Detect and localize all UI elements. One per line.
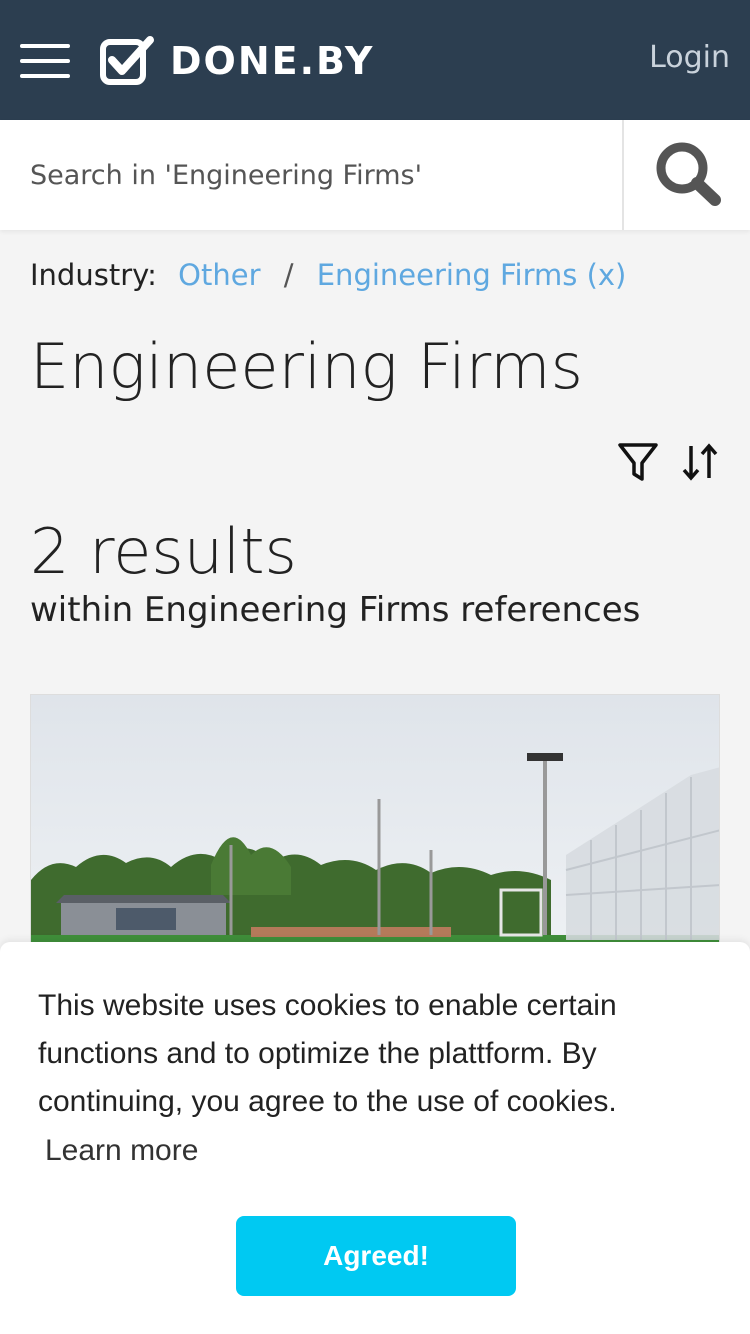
list-tools (616, 440, 722, 484)
breadcrumb-item-engineering-firms[interactable]: Engineering Firms (x) (317, 258, 627, 292)
search-button[interactable] (622, 120, 750, 230)
breadcrumb-label: Industry: (30, 258, 157, 292)
breadcrumb: Industry: Other / Engineering Firms (x) (30, 258, 626, 292)
search-input[interactable] (0, 120, 622, 230)
login-link[interactable]: Login (649, 40, 730, 75)
result-card[interactable] (30, 694, 720, 954)
results-subtitle: within Engineering Firms references (30, 590, 641, 630)
checkbox-check-icon (100, 36, 154, 85)
learn-more-link[interactable]: Learn more (45, 1134, 198, 1168)
agree-button[interactable]: Agreed! (236, 1216, 516, 1296)
results-count: 2 results (30, 515, 297, 588)
brand-logo[interactable]: DONE.BY (100, 36, 374, 86)
top-navbar: DONE.BY Login (0, 0, 750, 120)
brand-name: DONE.BY (170, 39, 375, 83)
search-bar (0, 120, 750, 230)
cookie-message: This website uses cookies to enable cert… (38, 989, 617, 1118)
result-card-image (31, 695, 719, 953)
breadcrumb-separator: / (283, 258, 294, 292)
search-icon (656, 142, 721, 206)
page-title: Engineering Firms (30, 330, 583, 403)
hamburger-menu-icon[interactable] (20, 44, 70, 78)
filter-icon[interactable] (616, 440, 660, 484)
sort-icon[interactable] (678, 440, 722, 484)
cookie-banner: This website uses cookies to enable cert… (0, 942, 750, 1334)
breadcrumb-item-other[interactable]: Other (178, 258, 260, 292)
